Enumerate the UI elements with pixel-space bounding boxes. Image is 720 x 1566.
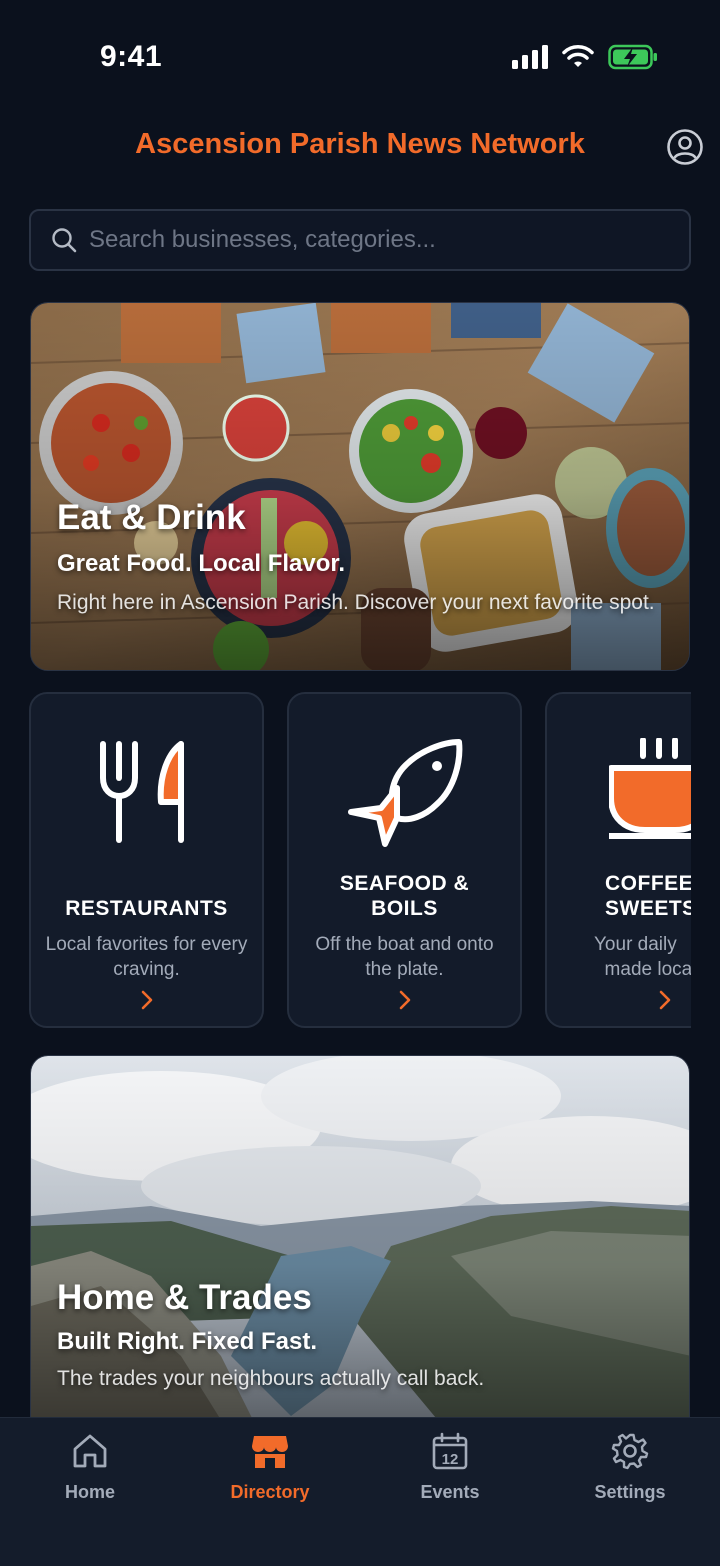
tab-home[interactable]: Home — [20, 1432, 160, 1503]
bottom-tab-bar: Home Directory 12 Events Settings — [0, 1417, 720, 1566]
search-bar[interactable] — [29, 209, 691, 271]
category-carousel[interactable]: RESTAURANTS Local favorites for every cr… — [29, 692, 691, 1029]
signal-icon — [512, 45, 548, 69]
wifi-icon — [562, 45, 594, 67]
category-title: COFFEE &SWEETS — [605, 872, 691, 920]
search-icon — [52, 228, 77, 253]
fork-knife-icon — [99, 741, 184, 843]
category-title: RESTAURANTS — [65, 897, 228, 920]
category-card-coffee[interactable]: COFFEE &SWEETS Your daily made local. — [545, 692, 691, 1028]
hero-title: Home & Trades — [57, 1278, 312, 1317]
status-time: 9:41 — [100, 40, 163, 73]
app-header: Ascension Parish News Network — [0, 120, 720, 176]
tab-label: Home — [64, 1482, 115, 1502]
tab-settings[interactable]: Settings — [560, 1432, 700, 1503]
coffee-cup-icon — [609, 738, 691, 839]
category-description: Your daily made local. — [594, 934, 691, 980]
status-icons — [512, 44, 658, 70]
hero-description: The trades your neighbours actually call… — [57, 1367, 485, 1390]
hero-description: Right here in Ascension Parish. Discover… — [57, 591, 655, 614]
profile-icon[interactable] — [666, 128, 704, 166]
chevron-right-icon — [659, 990, 671, 1010]
tab-events[interactable]: 12 Events — [380, 1432, 520, 1503]
calendar-icon: 12 — [432, 1432, 468, 1470]
app-title: Ascension Parish News Network — [135, 128, 585, 160]
home-trades-hero-card[interactable]: Home & Trades Built Right. Fixed Fast. T… — [30, 1055, 690, 1435]
category-description: Off the boat and onto the plate. — [315, 934, 494, 980]
gear-icon — [611, 1433, 649, 1470]
hero-subtitle: Great Food. Local Flavor. — [57, 550, 346, 577]
chevron-right-icon — [399, 990, 410, 1010]
storefront-icon — [252, 1436, 288, 1468]
tab-label: Settings — [594, 1482, 666, 1502]
calendar-day: 12 — [442, 1451, 459, 1468]
tab-label: Events — [420, 1482, 480, 1502]
eat-drink-hero-card[interactable]: Eat & Drink Great Food. Local Flavor. Ri… — [30, 302, 690, 671]
status-bar: 9:41 — [0, 0, 720, 110]
hero-subtitle: Built Right. Fixed Fast. — [57, 1328, 318, 1355]
category-card-seafood[interactable]: SEAFOOD & BOILS Off the boat and onto the… — [287, 692, 522, 1028]
search-input[interactable] — [89, 226, 689, 254]
chevron-right-icon — [141, 990, 152, 1010]
fish-icon — [347, 739, 462, 847]
battery-charging-icon — [608, 44, 657, 70]
hero-title: Eat & Drink — [57, 498, 246, 537]
category-description: Local favorites for every craving. — [45, 934, 248, 980]
category-title: SEAFOOD & BOILS — [339, 872, 470, 920]
category-card-restaurants[interactable]: RESTAURANTS Local favorites for every cr… — [29, 692, 264, 1028]
tab-directory[interactable]: Directory — [200, 1432, 340, 1503]
tab-label: Directory — [230, 1482, 310, 1502]
home-icon — [73, 1434, 107, 1468]
